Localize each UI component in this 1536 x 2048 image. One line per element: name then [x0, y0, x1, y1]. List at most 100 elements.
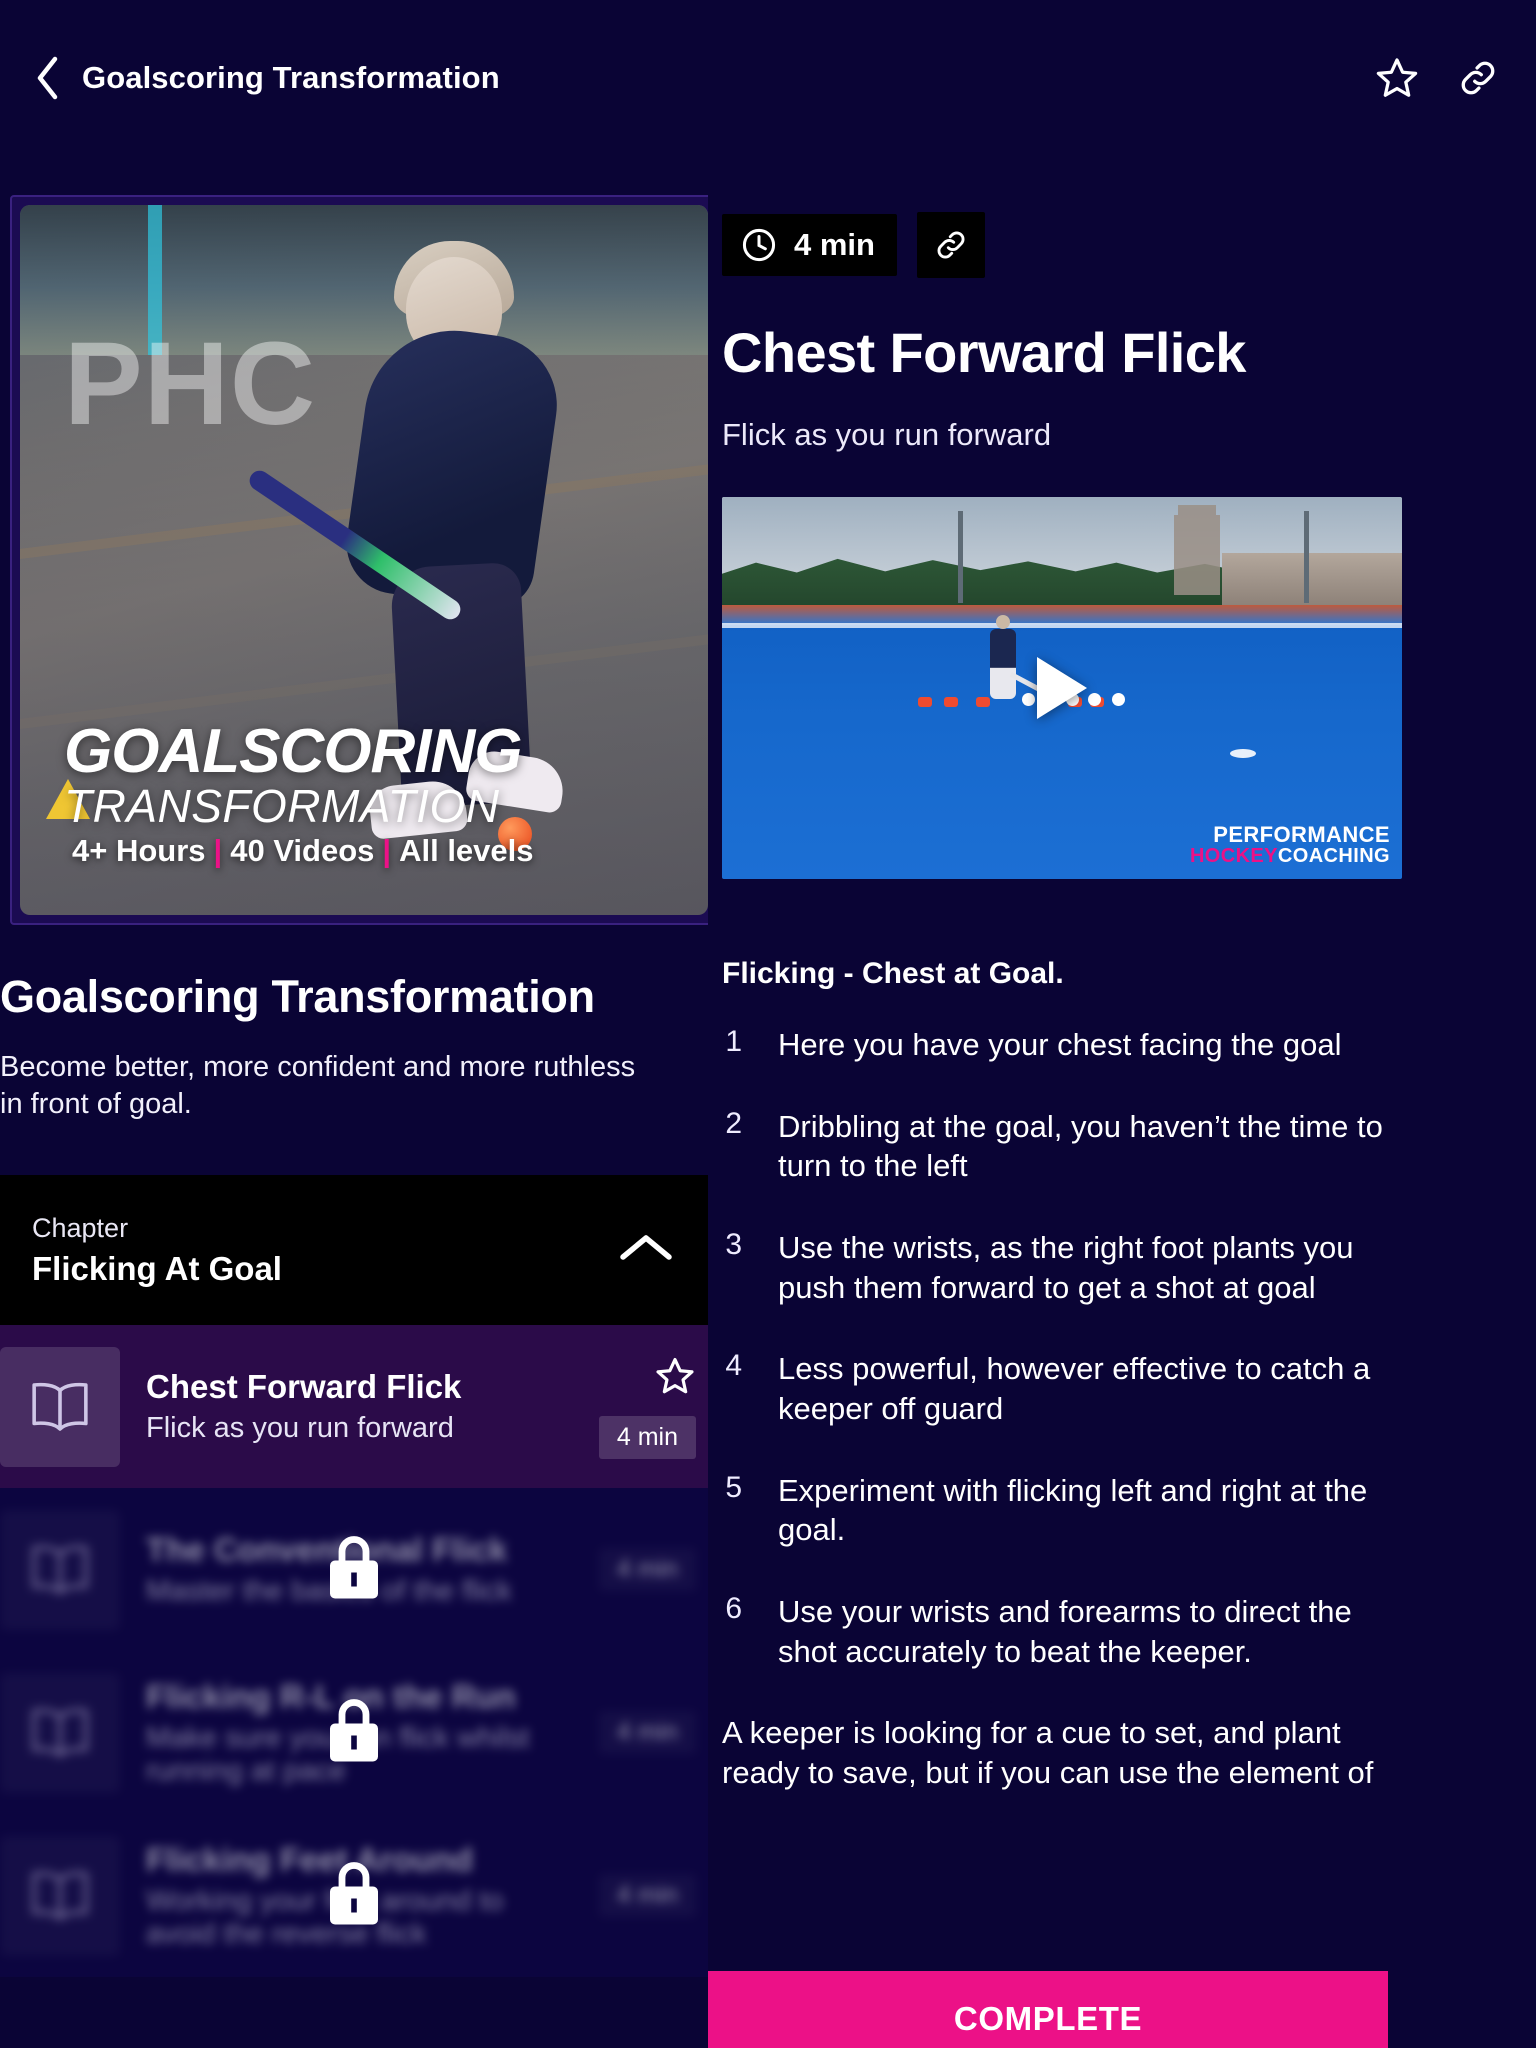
step-item: 3 Use the wrists, as the right foot plan…: [722, 1228, 1536, 1307]
content-heading: Flicking - Chest at Goal.: [722, 957, 1064, 990]
video-player-figure: [990, 615, 1016, 699]
lesson-duration-badge: 4 min: [599, 1711, 696, 1754]
lesson-thumbnail: [0, 1510, 120, 1630]
lesson-video-player[interactable]: PERFORMANCE HOCKEYCOACHING: [722, 497, 1402, 879]
instruction-steps: 1 Here you have your chest facing the go…: [722, 1025, 1536, 1671]
book-icon: [32, 1545, 88, 1594]
link-icon: [937, 231, 965, 259]
chapter-name: Flicking At Goal: [32, 1249, 282, 1287]
cover-stat-videos: 40 Videos: [230, 833, 375, 868]
duration-badge: 4 min: [722, 214, 897, 276]
book-icon: [32, 1382, 88, 1431]
step-text: Use the wrists, as the right foot plants…: [778, 1230, 1354, 1305]
lesson-paragraph: A keeper is looking for a cue to set, an…: [722, 1715, 1374, 1791]
cover-title-line1: GOALSCORING: [64, 717, 522, 786]
course-title: Goalscoring Transformation: [0, 971, 595, 1022]
chapter-header[interactable]: Chapter Flicking At Goal: [0, 1175, 708, 1326]
video-field-line: [722, 623, 1402, 628]
video-cathedral-tower: [1174, 505, 1220, 595]
lesson-row-the-conventional-flick[interactable]: The Conventional Flick Master the basics…: [0, 1488, 708, 1652]
lock-icon: [330, 1698, 378, 1762]
watermark-line-1: PERFORMANCE: [1213, 821, 1390, 847]
lesson-subtitle: Flick as you run forward: [722, 417, 1052, 452]
lesson-duration-badge: 4 min: [598, 1415, 696, 1459]
lesson-meta: 4 min: [598, 1355, 696, 1459]
lesson-row-flicking-r-l-on-the-run[interactable]: Flicking R-L on the Run Make sure you ca…: [0, 1651, 708, 1815]
chevron-up-icon: [620, 1234, 672, 1260]
play-icon[interactable]: [1037, 657, 1087, 719]
cover-stat-sep-1: |: [213, 833, 223, 868]
step-item: 1 Here you have your chest facing the go…: [722, 1025, 1536, 1065]
share-link-button[interactable]: [1456, 56, 1500, 100]
step-number: 2: [725, 1106, 742, 1140]
video-pitch-edge: [722, 605, 1402, 625]
lesson-name: Chest Forward Flick: [146, 1368, 462, 1406]
lesson-detail-screen: Goalscoring Transformation PHC GOALSCORI…: [0, 0, 1536, 2048]
chapter-collapse-button[interactable]: [618, 1231, 674, 1270]
step-number: 4: [725, 1349, 742, 1383]
step-item: 6 Use your wrists and forearms to direct…: [722, 1592, 1536, 1671]
page-title: Goalscoring Transformation: [82, 59, 500, 95]
lesson-subtitle: Flick as you run forward: [146, 1412, 454, 1445]
star-outline-icon: [656, 1357, 694, 1394]
video-floodlight-pole: [958, 511, 963, 603]
lesson-locked-indicator: [322, 1530, 386, 1609]
lesson-meta: 4 min: [599, 1548, 696, 1591]
step-number: 5: [725, 1470, 742, 1504]
favorite-button[interactable]: [1374, 55, 1420, 101]
lock-icon: [330, 1861, 378, 1925]
cover-title-line2: TRANSFORMATION: [64, 780, 500, 832]
step-text: Dribbling at the goal, you haven’t the t…: [778, 1108, 1383, 1184]
lesson-favorite-button[interactable]: [654, 1355, 696, 1402]
cover-stats: 4+ Hours | 40 Videos | All levels: [72, 833, 534, 869]
lesson-thumbnail: [0, 1346, 120, 1467]
book-icon: [32, 1871, 88, 1920]
duration-text: 4 min: [794, 227, 875, 262]
step-number: 1: [725, 1025, 742, 1058]
lesson-thumbnail: [0, 1836, 120, 1956]
lesson-row-chest-forward-flick[interactable]: Chest Forward Flick Flick as you run for…: [0, 1325, 708, 1489]
step-item: 5 Experiment with flicking left and righ…: [722, 1471, 1536, 1550]
lesson-locked-indicator: [322, 1856, 386, 1935]
video-watermark: PERFORMANCE HOCKEYCOACHING: [1190, 823, 1390, 867]
lesson-meta: 4 min: [599, 1874, 696, 1917]
chapter-texts: Chapter Flicking At Goal: [32, 1213, 282, 1288]
video-floodlight-pole-2: [1304, 511, 1309, 603]
lesson-duration-badge: 4 min: [599, 1548, 696, 1591]
step-number: 6: [725, 1592, 742, 1626]
chapter-eyebrow: Chapter: [32, 1212, 129, 1243]
watermark-hockey: HOCKEY: [1189, 845, 1278, 867]
step-text: Experiment with flicking left and right …: [778, 1472, 1368, 1548]
lesson-meta: 4 min: [599, 1711, 696, 1754]
lesson-detail-panel: 4 min Chest Forward Flick Flick as you r…: [708, 155, 1536, 2048]
step-text: Use your wrists and forearms to direct t…: [778, 1594, 1352, 1669]
lesson-body: Chest Forward Flick Flick as you run for…: [146, 1368, 461, 1445]
cover-stat-hours: 4+ Hours: [72, 833, 206, 868]
course-description: Become better, more confident and more r…: [0, 1051, 636, 1121]
content-columns: PHC GOALSCORING TRANSFORMATION 4+ Hours |…: [0, 155, 1536, 2048]
course-hero-card[interactable]: PHC GOALSCORING TRANSFORMATION 4+ Hours |…: [10, 195, 708, 925]
lesson-link-button[interactable]: [916, 212, 985, 278]
back-button[interactable]: [34, 48, 78, 108]
course-panel: PHC GOALSCORING TRANSFORMATION 4+ Hours |…: [0, 155, 708, 2048]
lesson-thumbnail: [0, 1673, 120, 1793]
top-bar-actions: [1374, 55, 1500, 101]
cover-stat-levels: All levels: [399, 833, 534, 868]
top-bar: Goalscoring Transformation: [0, 0, 1536, 155]
video-buildings: [1222, 553, 1402, 605]
chevron-left-icon: [37, 56, 58, 99]
complete-button[interactable]: COMPLETE: [708, 1971, 1388, 2048]
lesson-meta-row: 4 min: [722, 212, 1536, 278]
step-item: 4 Less powerful, however effective to ca…: [722, 1349, 1536, 1428]
lesson-row-flicking-feet-around[interactable]: Flicking Feet Around Working your feet a…: [0, 1814, 708, 1978]
cover-stat-sep-2: |: [382, 833, 392, 868]
cover-brand-text: PHC: [64, 318, 317, 450]
clock-icon: [742, 228, 776, 262]
lock-icon: [330, 1535, 378, 1599]
step-item: 2 Dribbling at the goal, you haven’t the…: [722, 1107, 1536, 1186]
video-penalty-spot: [1230, 749, 1256, 758]
book-icon: [32, 1708, 88, 1757]
lesson-title: Chest Forward Flick: [722, 321, 1246, 384]
step-text: Less powerful, however effective to catc…: [778, 1351, 1371, 1427]
link-icon: [1461, 61, 1495, 94]
